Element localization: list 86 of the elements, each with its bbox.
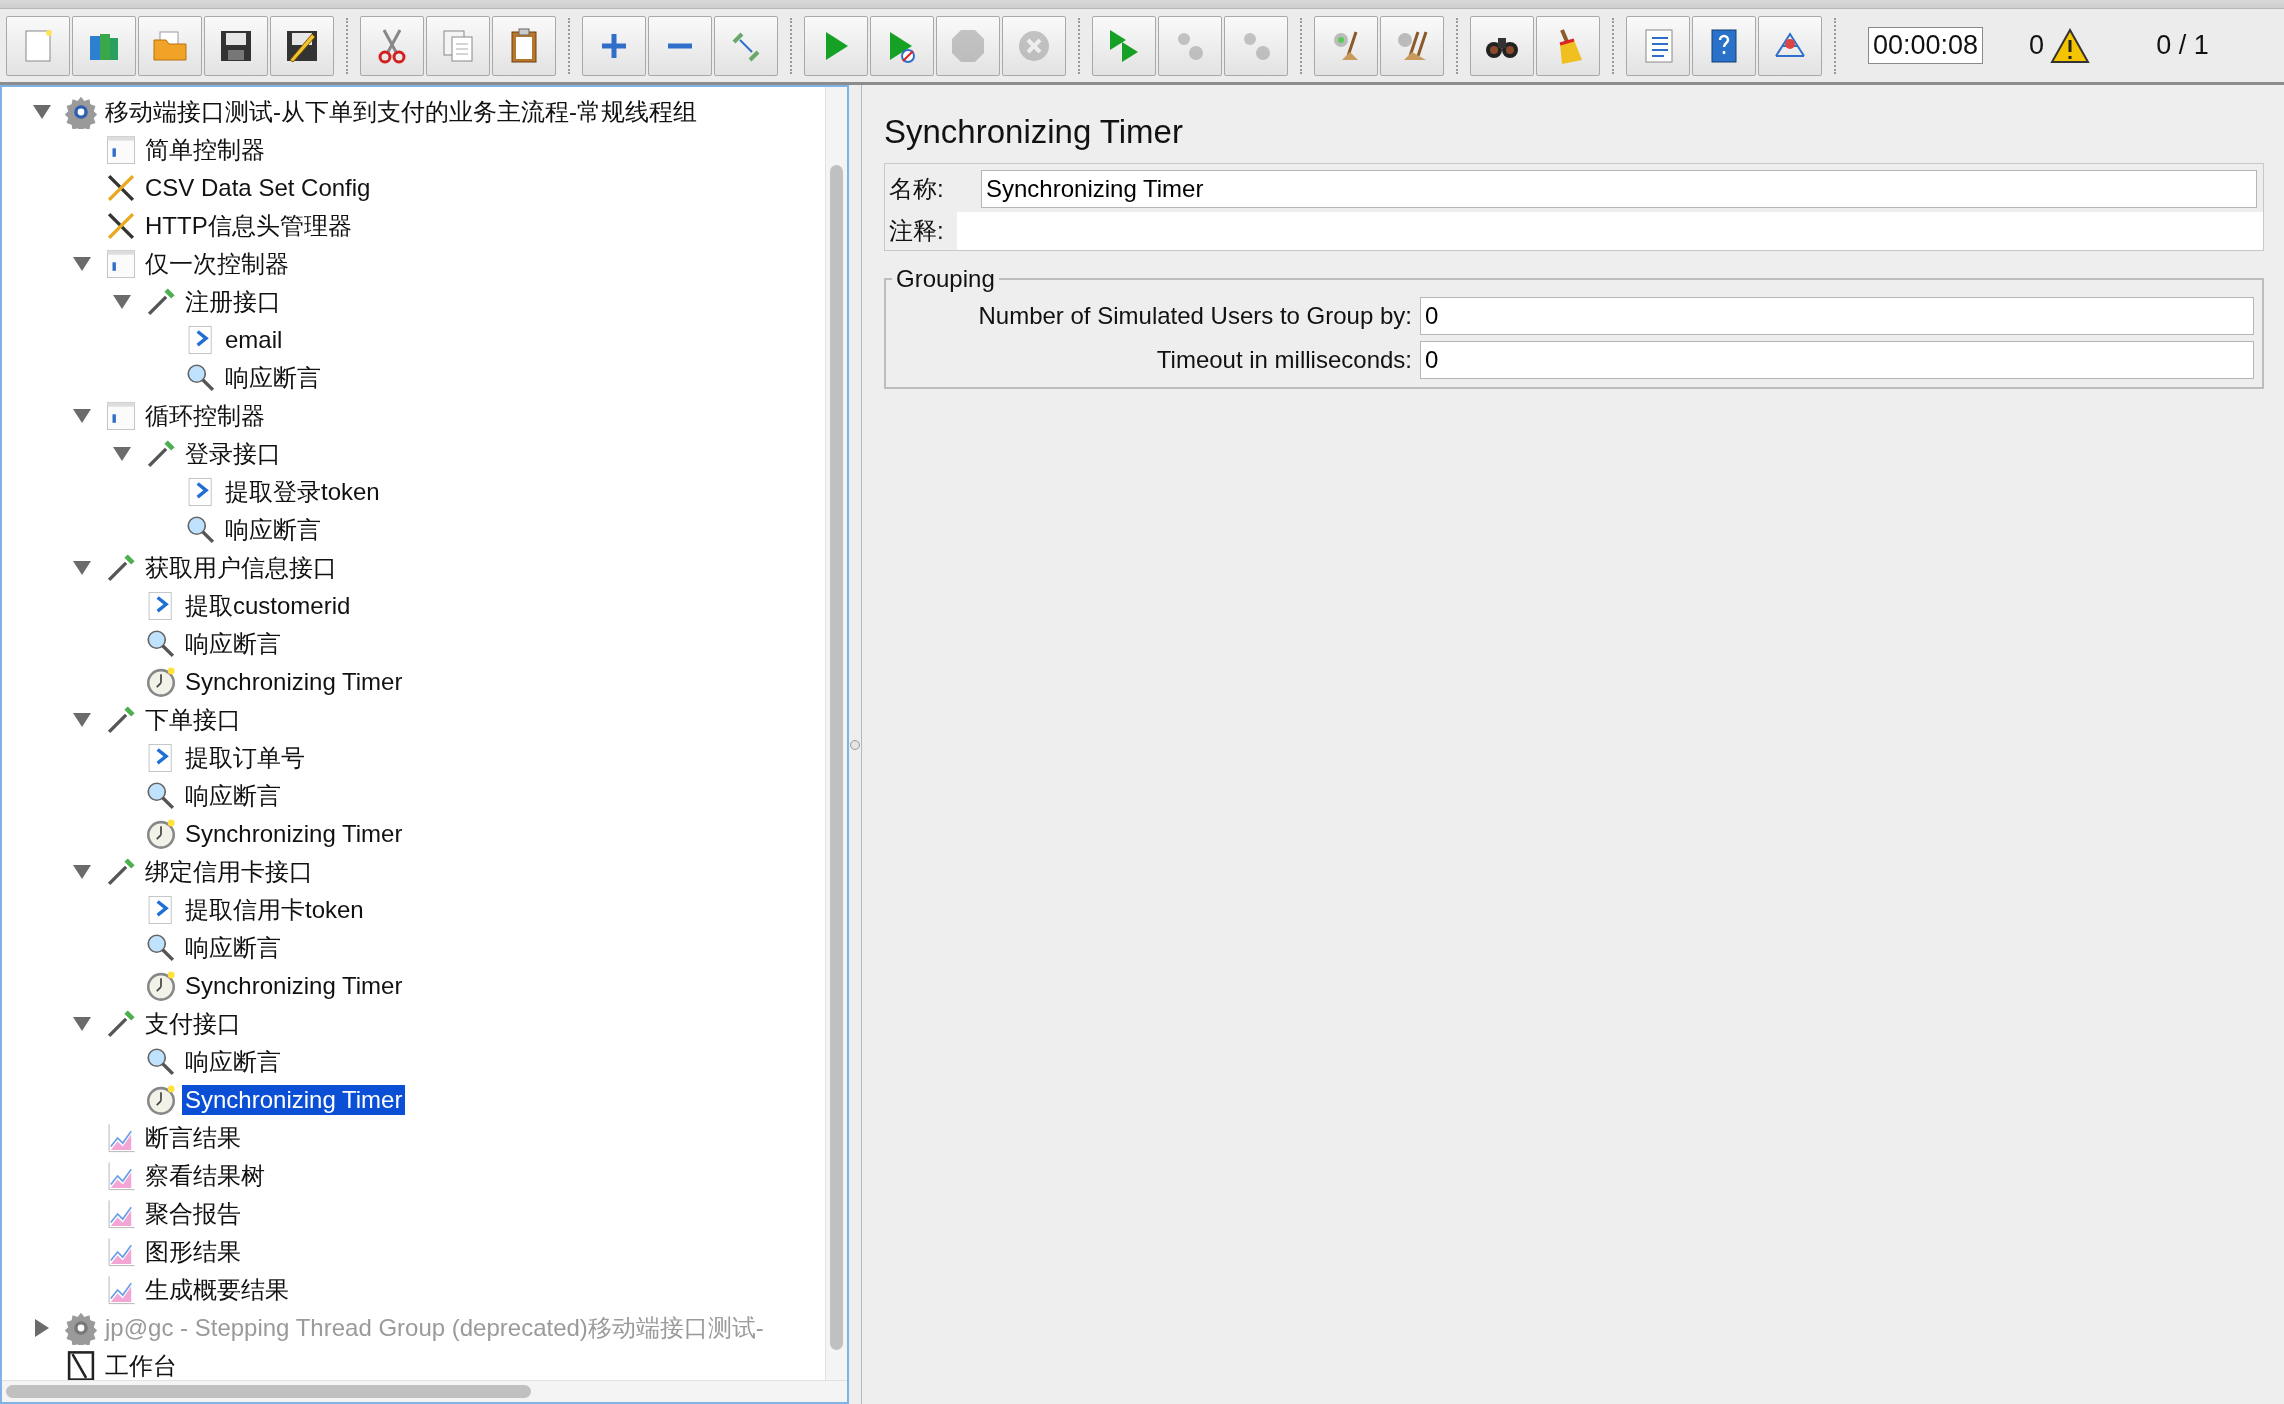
tree-item[interactable]: 断言结果	[142, 1121, 244, 1155]
tree-item[interactable]: 响应断言	[182, 779, 284, 813]
tree-item[interactable]: email	[222, 325, 286, 355]
gear-icon	[64, 95, 98, 129]
tree-item[interactable]: Synchronizing Timer	[182, 971, 406, 1001]
expanded-triangle-icon[interactable]	[72, 712, 92, 728]
expanded-triangle-icon[interactable]	[72, 256, 92, 272]
logger-button[interactable]	[1758, 15, 1822, 76]
tree-item[interactable]: Synchronizing Timer	[182, 819, 406, 849]
tree-item[interactable]: 移动端接口测试-从下单到支付的业务主流程-常规线程组	[102, 95, 700, 129]
tree-item[interactable]: 支付接口	[142, 1007, 244, 1041]
search-button[interactable]	[1470, 15, 1534, 76]
clear-button[interactable]	[1314, 15, 1378, 76]
field-label: Timeout in milliseconds:	[1155, 346, 1412, 374]
expanded-triangle-icon[interactable]	[72, 864, 92, 880]
tree-item[interactable]: 响应断言	[222, 361, 324, 395]
tree-item[interactable]: 响应断言	[182, 931, 284, 965]
tree-item[interactable]: 工作台	[102, 1349, 180, 1380]
expand-button[interactable]	[582, 15, 646, 76]
help-button[interactable]	[1692, 15, 1756, 76]
minus-icon	[667, 42, 693, 49]
tree-item[interactable]: 循环控制器	[142, 399, 268, 433]
expanded-triangle-icon[interactable]	[72, 1016, 92, 1032]
gear-icon	[64, 1311, 98, 1345]
number-field[interactable]: 0	[1420, 341, 2254, 379]
tree-item[interactable]: 提取customerid	[182, 589, 354, 623]
cut-button[interactable]	[360, 15, 424, 76]
warning-icon	[2050, 27, 2091, 64]
start-no-pause-button[interactable]	[870, 15, 934, 76]
clear-all-button[interactable]	[1380, 15, 1444, 76]
tree-item[interactable]: 下单接口	[142, 703, 244, 737]
expanded-triangle-icon[interactable]	[32, 104, 52, 120]
remote-start-button[interactable]	[1092, 15, 1156, 76]
comment-field[interactable]	[957, 212, 2263, 250]
start-button[interactable]	[804, 15, 868, 76]
clock-icon	[144, 817, 178, 851]
expanded-triangle-icon[interactable]	[72, 560, 92, 576]
clock-icon	[144, 1083, 178, 1117]
collapse-button[interactable]	[648, 15, 712, 76]
tree-item[interactable]: 聚合报告	[142, 1197, 244, 1231]
save-button[interactable]	[204, 15, 268, 76]
elapsed-time: 00:00:08	[1868, 27, 1984, 64]
warning-count: 0	[2029, 30, 2045, 61]
name-field[interactable]: Synchronizing Timer	[981, 170, 2257, 208]
name-label: 名称:	[889, 174, 945, 204]
expanded-triangle-icon[interactable]	[72, 408, 92, 424]
clock-icon	[144, 665, 178, 699]
thread-count: 0 / 1	[2156, 30, 2209, 61]
number-field[interactable]: 0	[1420, 297, 2254, 335]
expanded-triangle-icon[interactable]	[112, 446, 132, 462]
tree-item[interactable]: 提取登录token	[222, 475, 383, 509]
comment-label: 注释:	[889, 216, 945, 246]
templates-button[interactable]	[72, 15, 136, 76]
tree-item[interactable]: CSV Data Set Config	[142, 173, 374, 203]
tree-item[interactable]: 响应断言	[182, 1045, 284, 1079]
window-icon	[104, 133, 138, 167]
window-icon	[104, 399, 138, 433]
paste-button[interactable]	[492, 15, 556, 76]
tree-item[interactable]: 提取信用卡token	[182, 893, 367, 927]
clock-icon	[144, 969, 178, 1003]
tree-item[interactable]: Synchronizing Timer	[182, 1085, 406, 1115]
tree-item[interactable]: Synchronizing Timer	[182, 667, 406, 697]
tree-item[interactable]: 生成概要结果	[142, 1273, 292, 1307]
tree-item[interactable]: HTTP信息头管理器	[142, 209, 355, 243]
tree-item[interactable]: 响应断言	[182, 627, 284, 661]
panel-title: Synchronizing Timer	[884, 112, 1184, 152]
window-icon	[104, 247, 138, 281]
tree-item[interactable]: 提取订单号	[182, 741, 308, 775]
tree-item[interactable]: 察看结果树	[142, 1159, 268, 1193]
expanded-triangle-icon[interactable]	[112, 294, 132, 310]
section-legend: Grouping	[892, 265, 999, 293]
toggle-button[interactable]	[714, 15, 778, 76]
functions-button[interactable]	[1626, 15, 1690, 76]
tree-item[interactable]: 获取用户信息接口	[142, 551, 340, 585]
tree-item[interactable]: 登录接口	[182, 437, 284, 471]
field-label: Number of Simulated Users to Group by:	[977, 302, 1412, 330]
save-as-button[interactable]	[270, 15, 334, 76]
tree-item[interactable]: 绑定信用卡接口	[142, 855, 316, 889]
vertical-scrollbar[interactable]	[825, 87, 847, 1380]
tree-item[interactable]: 注册接口	[182, 285, 284, 319]
tree-item[interactable]: 简单控制器	[142, 133, 268, 167]
tree-item[interactable]: 响应断言	[222, 513, 324, 547]
horizontal-scrollbar[interactable]	[2, 1380, 847, 1402]
tree-item[interactable]: 图形结果	[142, 1235, 244, 1269]
reset-search-button[interactable]	[1536, 15, 1600, 76]
tree-item[interactable]: 仅一次控制器	[142, 247, 292, 281]
